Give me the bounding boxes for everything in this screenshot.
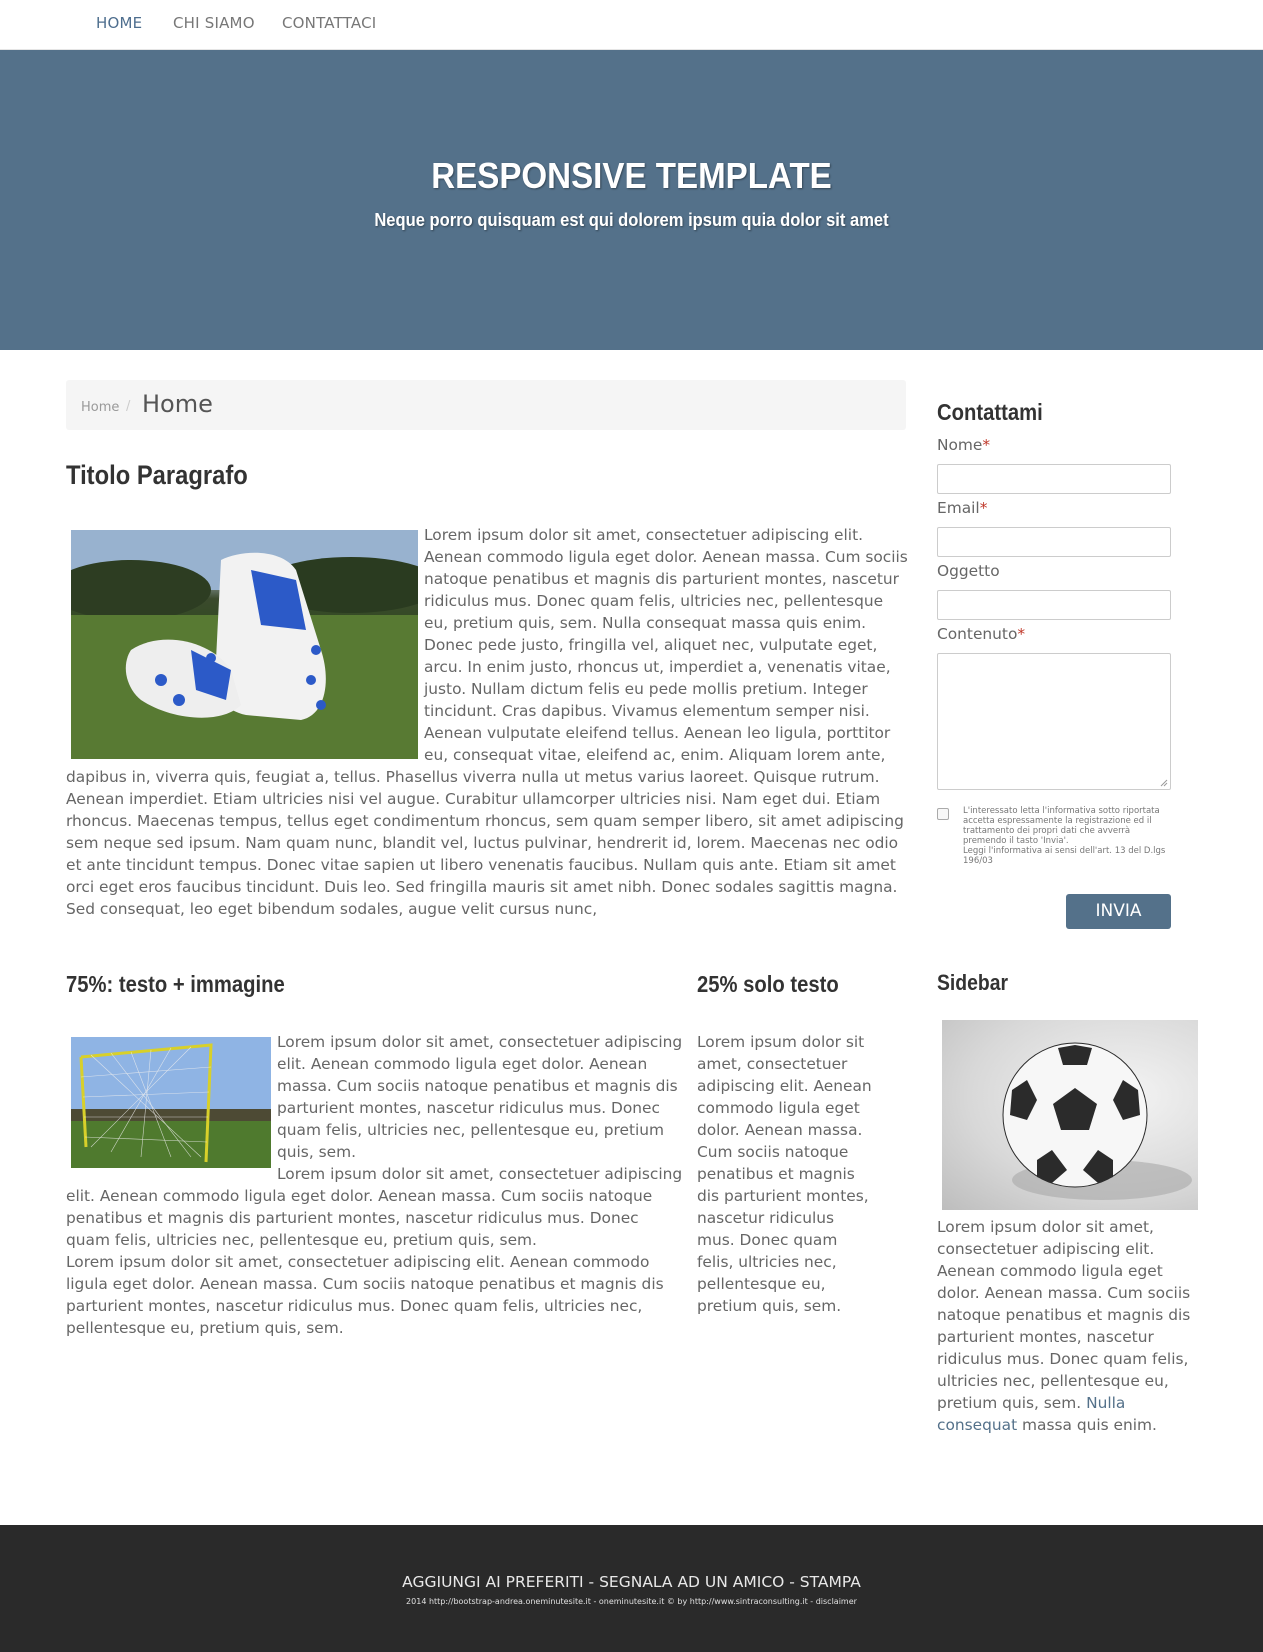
- col75-paragraph-2: Lorem ipsum dolor sit amet, consectetuer…: [66, 1165, 683, 1249]
- main-article: Lorem ipsum dolor sit amet, consectetuer…: [66, 524, 908, 920]
- email-label-text: Email: [937, 499, 980, 517]
- nav-chi-siamo[interactable]: CHI SIAMO: [173, 14, 255, 32]
- footer-copyright: 2014 http://bootstrap-andrea.oneminutesi…: [406, 1597, 857, 1606]
- required-mark: *: [982, 436, 991, 454]
- col75-paragraph-3: Lorem ipsum dolor sit amet, consectetuer…: [66, 1253, 664, 1337]
- required-mark: *: [1017, 625, 1026, 643]
- sidebar-text-after: massa quis enim.: [1022, 1416, 1157, 1434]
- hero-title: RESPONSIVE TEMPLATE: [431, 155, 832, 196]
- content-label: Contenuto*: [937, 625, 1025, 643]
- privacy-checkbox[interactable]: [937, 808, 949, 820]
- email-field[interactable]: [937, 527, 1171, 557]
- nav-contattaci[interactable]: CONTATTACI: [282, 14, 376, 32]
- name-field[interactable]: [937, 464, 1171, 494]
- soccer-goal-icon: [71, 1037, 271, 1168]
- name-label: Nome*: [937, 436, 990, 454]
- section-title: Titolo Paragrafo: [66, 460, 248, 490]
- soccer-ball-icon: [1002, 1042, 1192, 1200]
- top-navbar: HOME CHI SIAMO CONTATTACI: [0, 0, 1263, 50]
- breadcrumb-separator: /: [126, 399, 131, 414]
- required-mark: *: [979, 499, 988, 517]
- col75-title: 75%: testo + immagine: [66, 971, 285, 997]
- breadcrumb: Home / Home: [66, 380, 906, 430]
- sidebar-text: Lorem ipsum dolor sit amet, consectetuer…: [937, 1218, 1191, 1412]
- privacy-statement: L'interessato letta l'informativa sotto …: [963, 806, 1160, 846]
- content-label-text: Contenuto: [937, 625, 1018, 643]
- subject-label: Oggetto: [937, 562, 1000, 580]
- footer: AGGIUNGI AI PREFERITI - SEGNALA AD UN AM…: [0, 1525, 1263, 1652]
- nav-home[interactable]: HOME: [96, 14, 142, 32]
- breadcrumb-home-link[interactable]: Home: [81, 400, 119, 415]
- col25-title: 25% solo testo: [697, 971, 839, 997]
- col75-paragraph-1: Lorem ipsum dolor sit amet, consectetuer…: [277, 1033, 683, 1161]
- subject-field[interactable]: [937, 590, 1171, 620]
- name-label-text: Nome: [937, 436, 983, 454]
- hero-subtitle: Neque porro quisquam est qui dolorem ips…: [374, 210, 889, 230]
- submit-button[interactable]: INVIA: [1066, 894, 1171, 929]
- soccer-ball-image: [942, 1020, 1198, 1210]
- breadcrumb-current: Home: [142, 390, 213, 418]
- soccer-shoes-image: [71, 530, 418, 759]
- col25-paragraph: Lorem ipsum dolor sit amet, consectetuer…: [697, 1033, 872, 1315]
- resize-handle-icon[interactable]: [1160, 779, 1168, 787]
- sidebar-title: Sidebar: [937, 970, 1009, 995]
- footer-links[interactable]: AGGIUNGI AI PREFERITI - SEGNALA AD UN AM…: [0, 1573, 1263, 1591]
- soccer-shoes-icon: [71, 530, 418, 759]
- contact-title: Contattami: [937, 399, 1043, 425]
- privacy-text: L'interessato letta l'informativa sotto …: [963, 806, 1173, 866]
- email-label: Email*: [937, 499, 987, 517]
- content-textarea[interactable]: [937, 653, 1171, 790]
- sidebar-paragraph: Lorem ipsum dolor sit amet, consectetuer…: [937, 1216, 1197, 1436]
- privacy-link[interactable]: Leggi l'informativa ai sensi dell'art. 1…: [963, 846, 1173, 866]
- hero-banner: RESPONSIVE TEMPLATE Neque porro quisquam…: [0, 50, 1263, 350]
- soccer-goal-image: [71, 1037, 271, 1168]
- col75-content: Lorem ipsum dolor sit amet, consectetuer…: [66, 1031, 684, 1339]
